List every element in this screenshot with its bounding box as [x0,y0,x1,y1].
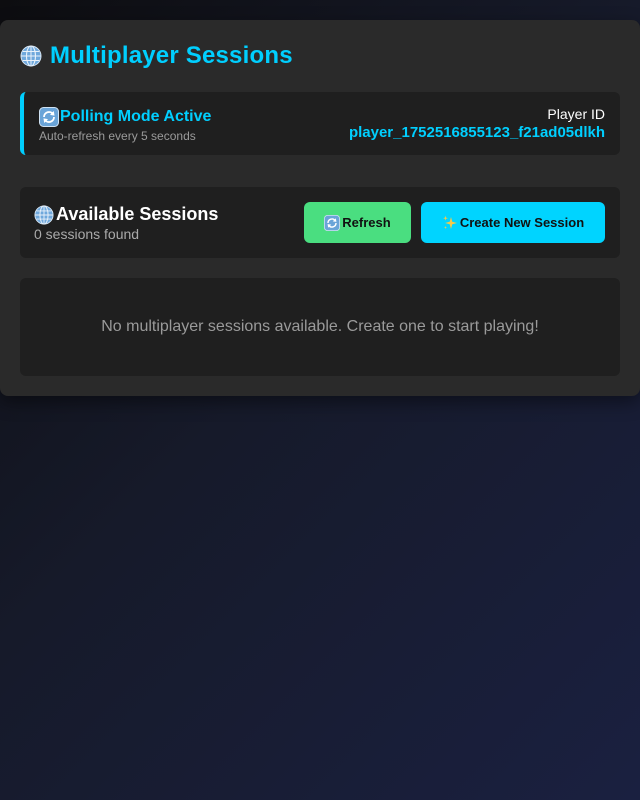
empty-sessions-state: No multiplayer sessions available. Creat… [20,278,620,376]
player-id-label: Player ID [547,106,605,122]
polling-status-title: Polling Mode Active [60,108,212,125]
polling-status-subtitle: Auto-refresh every 5 seconds [39,129,196,143]
sessions-info: Available Sessions 0 sessions found [34,204,218,242]
available-sessions-bar: Available Sessions 0 sessions found Refr… [20,187,620,258]
sessions-panel: Multiplayer Sessions Polling Mode Active… [0,20,640,396]
player-id-value: player_1752516855123_f21ad05dlkh [348,124,605,141]
create-session-button[interactable]: Create New Session [421,202,605,243]
globe-icon [20,45,42,67]
create-session-button-label: Create New Session [459,215,585,230]
sparkles-icon [442,215,458,231]
refresh-icon [324,214,341,231]
player-id-block: Player ID player_1752516855123_f21ad05dl… [349,106,605,141]
polling-status-info: Polling Mode Active Auto-refresh every 5… [39,107,211,143]
globe-icon [34,204,54,225]
polling-status-head: Polling Mode Active [39,107,211,127]
refresh-icon [39,107,59,127]
refresh-button-label: Refresh [342,215,391,230]
sessions-head: Available Sessions [34,204,218,225]
polling-status-card: Polling Mode Active Auto-refresh every 5… [20,92,620,155]
panel-header: Multiplayer Sessions [20,42,293,70]
page-title: Multiplayer Sessions [50,42,293,69]
sessions-count: 0 sessions found [34,226,140,242]
sessions-title: Available Sessions [56,204,219,224]
empty-sessions-message: No multiplayer sessions available. Creat… [101,318,539,335]
refresh-button[interactable]: Refresh [304,202,411,243]
